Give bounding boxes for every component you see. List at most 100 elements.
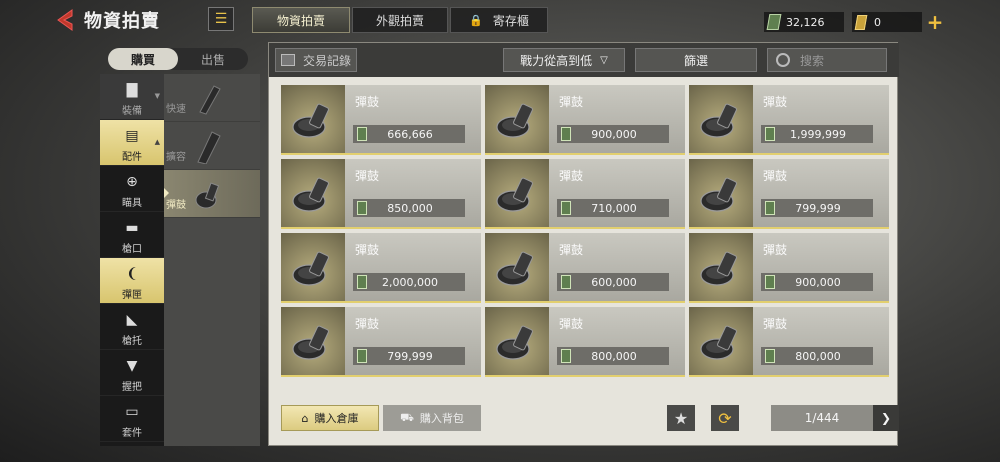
vest-icon: ▇ <box>126 82 138 98</box>
listing-card[interactable]: 彈鼓 799,999 <box>281 307 481 377</box>
sort-dropdown[interactable]: 戰力從高到低 ▽ <box>503 48 625 72</box>
item-name: 彈鼓 <box>763 169 788 183</box>
next-page-button[interactable]: ❯ <box>873 405 899 431</box>
category-list: ▇ 裝備 ▼ ▤ 配件 ▲ ⊕ 瞄具 ▬ 槍口 ❨ 彈匣 ◣ 槍托 ▼ 握把 ▭… <box>100 74 164 446</box>
tab-storage[interactable]: 🔒 寄存櫃 <box>450 7 548 33</box>
listing-card[interactable]: 彈鼓 2,000,000 <box>281 233 481 303</box>
subcategory-quick[interactable]: 快速 <box>164 74 260 122</box>
listing-card[interactable]: 彈鼓 799,999 <box>689 159 889 229</box>
star-icon: ★ <box>673 408 689 428</box>
item-name: 彈鼓 <box>763 317 788 331</box>
menu-button[interactable]: ☰ <box>208 7 234 31</box>
buy-to-warehouse-button[interactable]: ⌂ 購入倉庫 <box>281 405 379 431</box>
listing-card[interactable]: 彈鼓 710,000 <box>485 159 685 229</box>
buy-sell-toggle: 購買 出售 <box>108 48 248 70</box>
cash-icon <box>357 127 367 141</box>
listing-card[interactable]: 彈鼓 666,666 <box>281 85 481 155</box>
tab-appearance-auction[interactable]: 外觀拍賣 <box>352 7 448 33</box>
category-kit[interactable]: ▭ 套件 <box>100 396 164 442</box>
listing-card[interactable]: 彈鼓 800,000 <box>485 307 685 377</box>
listing-card[interactable]: 彈鼓 800,000 <box>689 307 889 377</box>
category-label: 配件 <box>122 152 142 163</box>
drum-magazine-icon <box>700 251 737 286</box>
sort-label: 戰力從高到低 <box>520 53 593 68</box>
price-box: 799,999 <box>353 347 465 365</box>
chevron-right-icon: ❯ <box>880 411 892 425</box>
scope-icon: ⊕ <box>126 174 138 190</box>
cash-icon <box>561 201 571 215</box>
item-price: 2,000,000 <box>382 275 438 289</box>
back-arrow-icon[interactable] <box>54 8 78 32</box>
subcategory-drum[interactable]: 彈鼓 <box>164 170 260 218</box>
item-thumbnail <box>281 85 345 153</box>
top-bar: 物資拍賣 ☰ 物資拍賣 外觀拍賣 🔒 寄存櫃 32,126 0 + <box>0 0 1000 40</box>
subcategory-list: 快速 擴容 彈鼓 <box>164 74 260 446</box>
cash-icon <box>561 127 571 141</box>
listing-card[interactable]: 彈鼓 900,000 <box>485 85 685 155</box>
category-scope[interactable]: ⊕ 瞄具 <box>100 166 164 212</box>
filter-button[interactable]: 篩選 <box>635 48 757 72</box>
category-equipment[interactable]: ▇ 裝備 ▼ <box>100 74 164 120</box>
category-label: 裝備 <box>122 106 142 117</box>
drum-magazine-icon <box>292 325 329 360</box>
category-magazine[interactable]: ❨ 彈匣 <box>100 258 164 304</box>
item-thumbnail <box>689 159 753 227</box>
history-icon <box>280 54 295 66</box>
item-price: 799,999 <box>795 201 841 215</box>
category-grip[interactable]: ▼ 握把 <box>100 350 164 396</box>
listing-card[interactable]: 彈鼓 1,999,999 <box>689 85 889 155</box>
item-name: 彈鼓 <box>355 317 380 331</box>
search-icon <box>776 53 790 67</box>
favorite-button[interactable]: ★ <box>667 405 695 431</box>
price-box: 666,666 <box>353 125 465 143</box>
category-accessories[interactable]: ▤ 配件 ▲ <box>100 120 164 166</box>
kit-icon: ▭ <box>125 404 139 420</box>
drum-magazine-icon <box>700 177 737 212</box>
gold-icon <box>854 14 868 30</box>
page-title: 物資拍賣 <box>84 11 160 32</box>
item-price: 900,000 <box>795 275 841 289</box>
item-price: 600,000 <box>591 275 637 289</box>
tab-supply-auction[interactable]: 物資拍賣 <box>252 7 350 33</box>
trade-history-button[interactable]: 交易記錄 <box>275 48 357 72</box>
cash-icon <box>561 349 571 363</box>
item-thumbnail <box>281 159 345 227</box>
subcategory-extended[interactable]: 擴容 <box>164 122 260 170</box>
history-label: 交易記錄 <box>302 53 351 68</box>
filter-label: 篩選 <box>683 53 708 68</box>
refresh-button[interactable]: ⟳ <box>711 405 739 431</box>
listing-panel: 交易記錄 戰力從高到低 ▽ 篩選 搜索 彈鼓 666,666 彈鼓 900,000 彈鼓… <box>268 42 899 446</box>
listing-grid: 彈鼓 666,666 彈鼓 900,000 彈鼓 1,999,999 彈鼓 850,000 彈鼓… <box>281 85 889 377</box>
price-box: 600,000 <box>557 273 669 291</box>
drum-magazine-icon <box>496 325 533 360</box>
backpack-label: 購入背包 <box>419 412 464 425</box>
listing-card[interactable]: 彈鼓 600,000 <box>485 233 685 303</box>
buy-to-backpack-button[interactable]: ⛟ 購入背包 <box>383 405 481 431</box>
buy-tab[interactable]: 購買 <box>108 48 178 70</box>
pagination: 1/444 ❯ <box>771 405 899 431</box>
cash-icon <box>765 127 775 141</box>
category-label: 瞄具 <box>122 198 142 209</box>
item-price: 666,666 <box>387 127 433 141</box>
search-input[interactable]: 搜索 <box>767 48 887 72</box>
gold-amount: 0 <box>874 15 881 29</box>
chevron-down-icon: ▽ <box>600 54 608 66</box>
category-label: 握把 <box>122 382 142 393</box>
item-name: 彈鼓 <box>559 169 584 183</box>
listing-card[interactable]: 彈鼓 850,000 <box>281 159 481 229</box>
item-name: 彈鼓 <box>355 169 380 183</box>
stock-icon: ◣ <box>126 312 138 328</box>
cash-amount: 32,126 <box>786 15 825 29</box>
listing-card[interactable]: 彈鼓 900,000 <box>689 233 889 303</box>
price-box: 2,000,000 <box>353 273 465 291</box>
category-muzzle[interactable]: ▬ 槍口 <box>100 212 164 258</box>
add-currency-button[interactable]: + <box>924 10 946 34</box>
category-stock[interactable]: ◣ 槍托 <box>100 304 164 350</box>
item-name: 彈鼓 <box>559 317 584 331</box>
item-name: 彈鼓 <box>355 243 380 257</box>
category-label: 彈匣 <box>122 290 142 301</box>
extended-magazine-icon <box>197 131 221 164</box>
sell-tab[interactable]: 出售 <box>178 48 248 70</box>
item-thumbnail <box>281 233 345 301</box>
muzzle-icon: ▬ <box>125 220 139 236</box>
